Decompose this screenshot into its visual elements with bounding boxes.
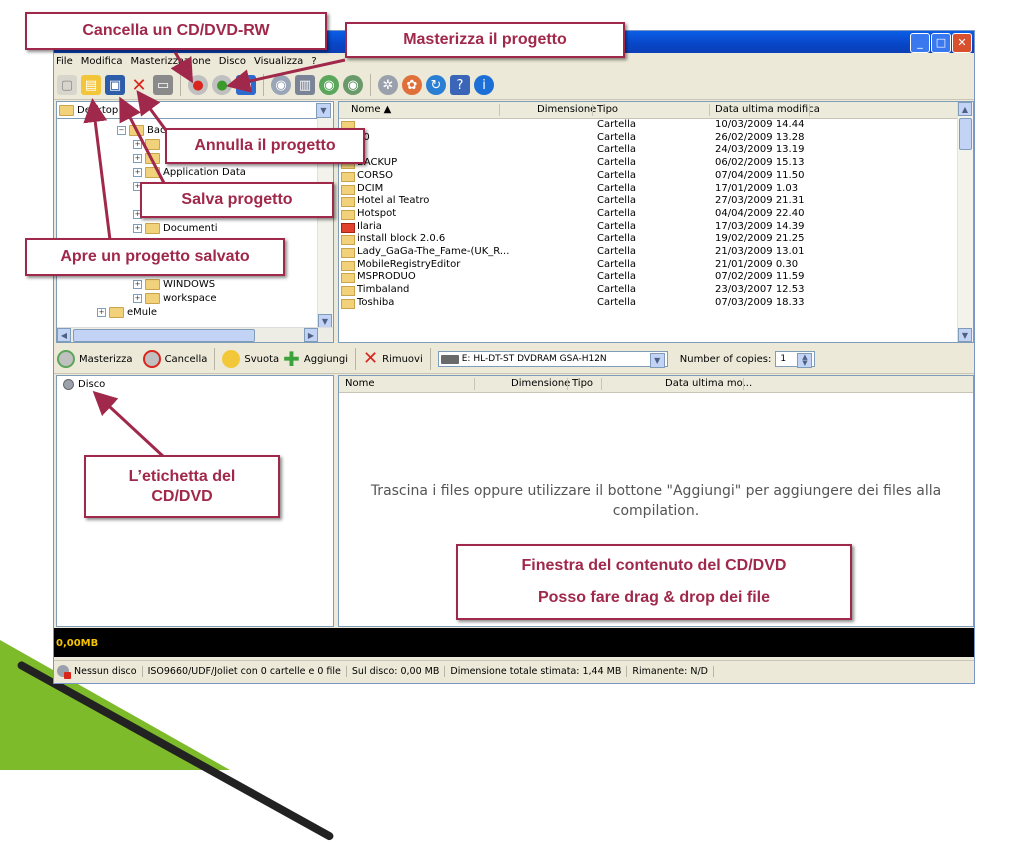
arrow-burn-project — [226, 58, 346, 93]
callout-erase-rw: Cancella un CD/DVD-RW — [25, 12, 327, 50]
arrow-disc-label — [92, 390, 167, 460]
callout-disc-label-line1: L’etichetta del — [128, 467, 236, 485]
callout-content-window: Finestra del contenuto del CD/DVD Posso … — [456, 544, 852, 620]
arrow-open-project — [83, 98, 112, 241]
arrow-save-project — [119, 96, 167, 186]
arrow-erase-rw — [170, 51, 193, 84]
annotation-arrows — [83, 51, 346, 460]
arrow-cancel-project — [136, 90, 170, 134]
callout-burn-project: Masterizza il progetto — [345, 22, 625, 58]
callout-open-project: Apre un progetto salvato — [25, 238, 285, 276]
callout-disc-label-line2: CD/DVD — [151, 487, 213, 505]
callout-save-project: Salva progetto — [140, 182, 334, 218]
callout-content-window-line2: Posso fare drag & drop dei file — [537, 589, 771, 606]
callout-cancel-project: Annulla il progetto — [165, 128, 365, 164]
callout-content-window-line1: Finestra del contenuto del CD/DVD — [521, 557, 787, 574]
callout-disc-label: L’etichetta del CD/DVD — [84, 455, 280, 518]
